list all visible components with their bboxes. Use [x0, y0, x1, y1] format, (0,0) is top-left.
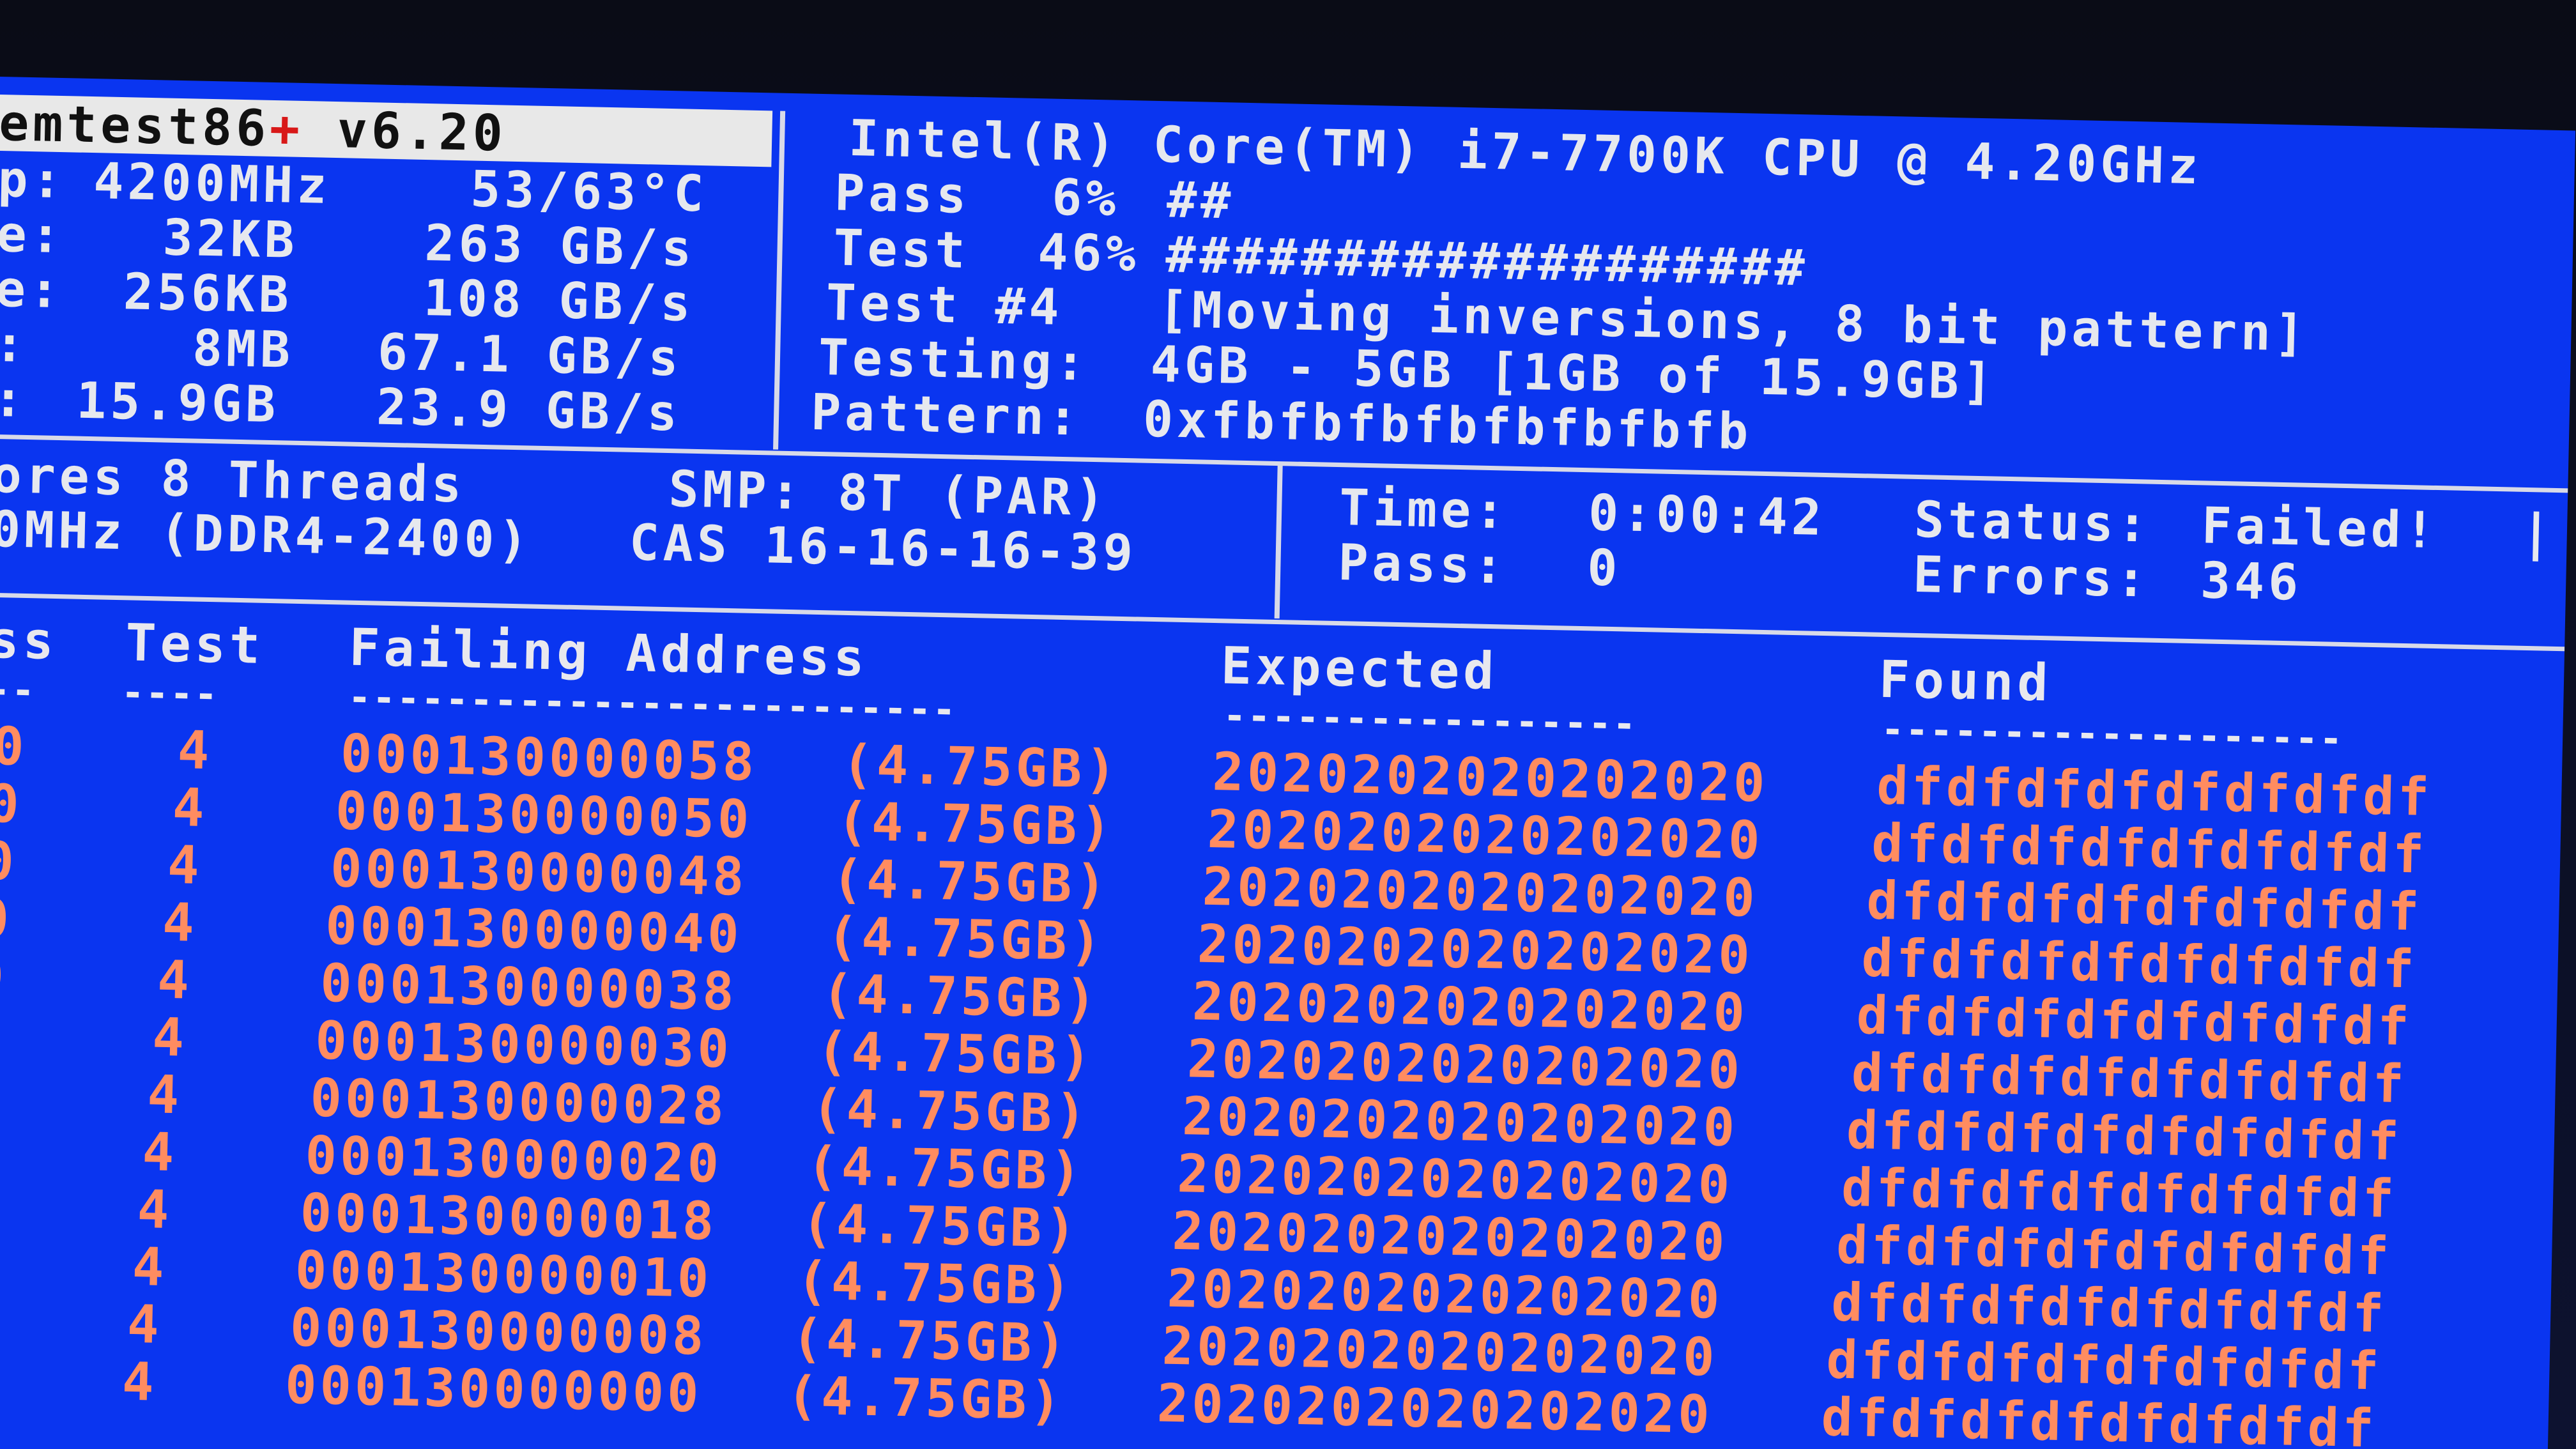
pass-progress-bar: ##: [1166, 171, 1236, 231]
column-underline: ----: [121, 670, 220, 717]
sysinfo-extra: 263 GB/s: [424, 214, 696, 278]
errors-label: Errors:: [1912, 546, 2150, 609]
row-pass-cell: 0: [0, 773, 23, 835]
cores-threads-text: ores 8 Threads: [0, 446, 466, 514]
row-address-size-cell: (4.75GB): [801, 1193, 1080, 1260]
memtest-screen: emtest86+ v6.20 p: 4200MHz 53/63°C e: 32…: [0, 77, 2576, 1449]
testing-label: Testing:: [818, 328, 1090, 392]
row-address-size-cell: (4.75GB): [806, 1135, 1085, 1202]
sysinfo-label: :: [0, 370, 28, 429]
row-address-size-cell: (4.75GB): [786, 1365, 1065, 1432]
column-underline: --: [0, 667, 36, 714]
row-found-cell: dfdfdfdfdfdfdfdf: [1820, 1387, 2378, 1449]
cpu-name: Intel(R) Core(TM) i7-7700K CPU @ 4.20GHz: [848, 109, 2203, 196]
row-address-size-cell: (4.75GB): [790, 1308, 1070, 1375]
row-pass-cell: 0: [0, 888, 13, 950]
pattern-label: Pattern:: [810, 383, 1082, 447]
row-address-size-cell: (4.75GB): [821, 963, 1101, 1031]
sysinfo-label: p:: [0, 150, 66, 210]
row-test-cell: 4: [167, 834, 203, 896]
row-test-cell: 4: [136, 1179, 173, 1241]
row-failing-address-cell: 000130000000: [284, 1354, 703, 1425]
row-test-cell: 4: [162, 892, 198, 954]
sysinfo-extra: 23.9 GB/s: [376, 378, 682, 443]
pass-count-label: Pass:: [1337, 534, 1508, 595]
row-failing-address-cell: 000130000040: [325, 895, 743, 965]
pass-count-value: 0: [1586, 539, 1622, 598]
row-test-cell: 4: [172, 777, 208, 839]
test-label: Test: [832, 219, 970, 280]
column-header-failing-address: Failing Address: [348, 617, 869, 688]
row-failing-address-cell: 000130000008: [289, 1297, 708, 1367]
time-value: 0:00:42: [1588, 484, 1826, 547]
row-failing-address-cell: 000130000058: [339, 723, 758, 793]
sysinfo-label: :: [0, 315, 29, 374]
row-failing-address-cell: 000130000038: [319, 953, 738, 1023]
row-failing-address-cell: 000130000028: [309, 1068, 728, 1138]
sysinfo-label: e:: [0, 260, 64, 320]
sysinfo-label: e:: [0, 205, 65, 265]
app-name: emtest86: [0, 94, 271, 158]
status-label: Status:: [1913, 491, 2152, 554]
row-test-cell: 4: [146, 1064, 183, 1126]
row-expected-cell: 2020202020202020: [1156, 1373, 1713, 1446]
row-failing-address-cell: 000130000010: [294, 1240, 713, 1310]
smp-text: SMP: 8T (PAR): [668, 461, 1109, 528]
cas-timing-text: CAS 16-16-16-39: [628, 514, 1138, 583]
row-test-cell: 4: [132, 1236, 168, 1298]
row-pass-cell: 0: [0, 831, 18, 893]
row-address-size-cell: (4.75GB): [816, 1021, 1096, 1088]
row-pass-cell: 0: [0, 946, 8, 1008]
column-header-pass: ss: [0, 610, 58, 671]
row-failing-address-cell: 000130000018: [299, 1183, 718, 1252]
column-underline: -------------------------: [348, 675, 958, 733]
status-panel-divider: [1274, 465, 1283, 619]
row-failing-address-cell: 000130000048: [330, 838, 748, 908]
row-failing-address-cell: 000130000020: [304, 1125, 723, 1195]
row-address-size-cell: (4.75GB): [795, 1250, 1075, 1317]
column-underline: -------------------: [1880, 707, 2345, 762]
top-panel-divider: [773, 111, 786, 450]
row-failing-address-cell: 000130000030: [314, 1010, 733, 1080]
app-version: v6.20: [303, 100, 507, 163]
sysinfo-extra: 67.1 GB/s: [377, 323, 683, 388]
column-underline: -----------------: [1222, 693, 1638, 747]
sysinfo-value: 4200MHz: [93, 153, 332, 215]
row-address-size-cell: (4.75GB): [811, 1078, 1091, 1146]
errors-value: 346: [2200, 552, 2303, 612]
status-edge-mark: |: [2520, 503, 2556, 562]
row-address-size-cell: (4.75GB): [826, 906, 1105, 973]
time-label: Time:: [1338, 479, 1510, 540]
app-plus: +: [269, 100, 304, 158]
sysinfo-extra: 53/63°C: [470, 160, 709, 224]
row-pass-cell: 0: [0, 1003, 3, 1065]
sysinfo-extra: 108 GB/s: [422, 269, 695, 333]
pass-percent: 6%: [1051, 169, 1121, 228]
dram-speed-text: 0MHz (DDR4-2400): [0, 500, 533, 570]
app-title: emtest86+ v6.20: [0, 94, 507, 163]
sysinfo-value: 32KB: [162, 209, 299, 270]
row-test-cell: 4: [151, 1007, 188, 1069]
row-address-size-cell: (4.75GB): [836, 791, 1116, 858]
test-number: Test #4: [825, 274, 1064, 337]
row-test-cell: 4: [121, 1351, 158, 1413]
row-failing-address-cell: 000130000050: [335, 781, 753, 850]
row-address-size-cell: (4.75GB): [831, 848, 1110, 916]
sysinfo-value: 8MB: [192, 319, 295, 379]
sysinfo-value: 256KB: [123, 263, 293, 325]
row-test-cell: 4: [126, 1294, 163, 1356]
row-pass-cell: 0: [0, 716, 28, 778]
column-header-expected: Expected: [1220, 636, 1499, 702]
column-header-found: Found: [1878, 649, 2053, 713]
column-header-test: Test: [125, 613, 265, 675]
sysinfo-value: 15.9GB: [75, 372, 280, 434]
pattern-value: 0xfbfbfbfbfbfbfbfb: [1142, 390, 1753, 461]
row-test-cell: 4: [141, 1122, 178, 1184]
row-address-size-cell: (4.75GB): [841, 733, 1121, 801]
row-test-cell: 4: [157, 949, 193, 1011]
status-value: Failed!: [2201, 497, 2439, 560]
row-test-cell: 4: [176, 720, 213, 782]
test-percent: 46%: [1037, 224, 1140, 284]
pass-label: Pass: [834, 164, 971, 225]
